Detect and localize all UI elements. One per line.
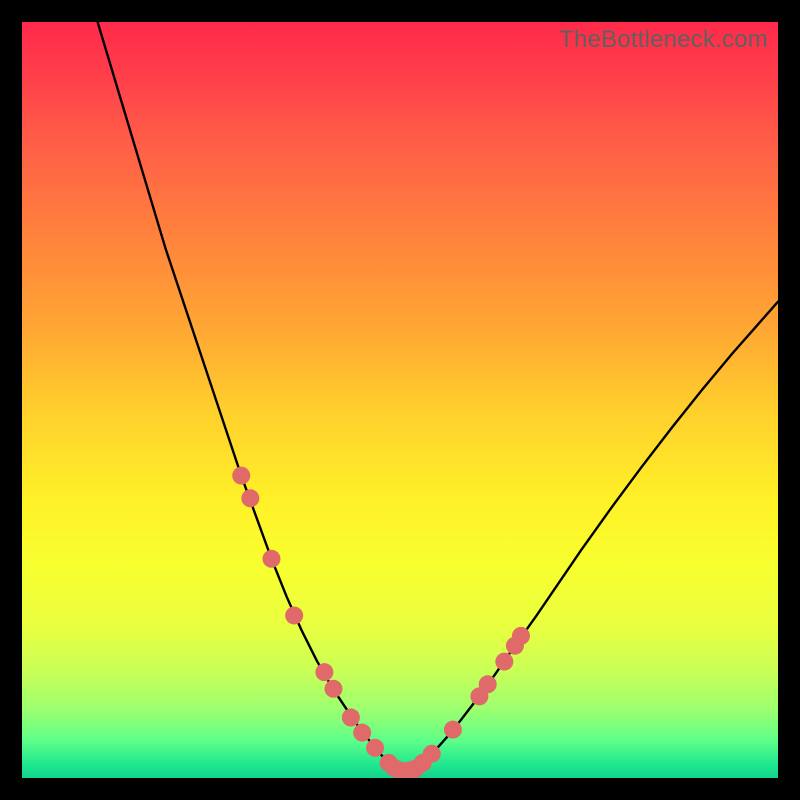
marker-layer	[232, 467, 530, 778]
chart-marker	[444, 721, 462, 739]
bottleneck-curve	[98, 22, 778, 770]
chart-marker	[512, 627, 530, 645]
chart-marker	[495, 653, 513, 671]
chart-marker	[324, 680, 342, 698]
chart-marker	[342, 709, 360, 727]
chart-marker	[262, 550, 280, 568]
chart-marker	[366, 739, 384, 757]
chart-marker	[479, 675, 497, 693]
plot-area: TheBottleneck.com	[22, 22, 778, 778]
chart-marker	[232, 467, 250, 485]
chart-marker	[285, 606, 303, 624]
chart-overlay	[22, 22, 778, 778]
chart-marker	[241, 489, 259, 507]
chart-marker	[315, 663, 333, 681]
chart-marker	[423, 745, 441, 763]
chart-stage: TheBottleneck.com	[0, 0, 800, 800]
chart-marker	[353, 724, 371, 742]
